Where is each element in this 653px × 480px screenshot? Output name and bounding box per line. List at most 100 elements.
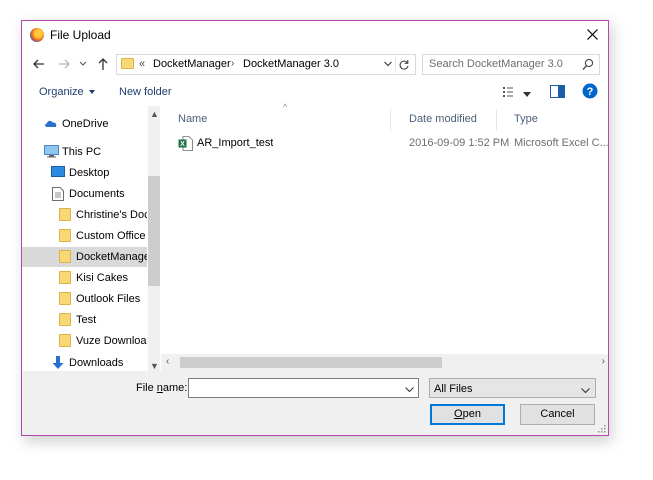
column-header-type[interactable]: Type [497, 109, 608, 131]
svg-text:X: X [180, 141, 185, 148]
caret-down-icon [523, 92, 531, 97]
up-button[interactable] [95, 56, 111, 72]
search-input[interactable] [429, 57, 574, 71]
download-arrow-icon [52, 356, 64, 369]
view-options-button[interactable] [523, 89, 531, 101]
help-icon: ? [582, 83, 598, 99]
open-button-label: pen [462, 408, 481, 420]
file-type: Microsoft Excel C... [514, 137, 608, 149]
back-button[interactable] [31, 56, 47, 72]
monitor-icon [44, 145, 59, 158]
column-header-name[interactable]: Name [161, 109, 391, 131]
close-button[interactable] [578, 21, 608, 49]
search-icon[interactable] [582, 58, 594, 74]
address-bar[interactable]: « DocketManager › DocketManager 3.0 [116, 54, 416, 75]
tree-item-custom-office[interactable]: Custom Office [22, 226, 147, 246]
file-name: AR_Import_test [197, 137, 274, 149]
organize-button[interactable]: Organize [39, 86, 95, 98]
tree-item-label: Vuze Download [76, 335, 147, 347]
breadcrumb-docketmanager[interactable]: DocketManager [153, 58, 231, 70]
tree-item-label: Test [76, 314, 97, 326]
tree-item-christines-doc[interactable]: Christine's Doc [22, 205, 147, 225]
column-header-label: Name [178, 113, 208, 125]
tree-item-label: Christine's Doc [76, 209, 147, 221]
file-name-combobox[interactable] [188, 378, 419, 398]
file-upload-dialog: File Upload « DocketManager › DocketMana… [21, 20, 609, 436]
address-overflow[interactable]: « [139, 58, 145, 70]
refresh-icon [399, 60, 409, 70]
chevron-down-icon [405, 387, 414, 393]
tree-item-docketmanager[interactable]: DocketManage [22, 247, 147, 267]
scroll-right-icon[interactable]: › [602, 356, 605, 367]
address-dropdown-button[interactable] [383, 58, 393, 73]
preview-pane-button[interactable] [550, 85, 565, 101]
navigation-pane[interactable]: OneDrive This PC Desktop Documents Chris… [22, 106, 160, 371]
folder-icon [121, 58, 134, 69]
cloud-icon [45, 120, 57, 127]
folder-icon [59, 229, 71, 242]
help-button[interactable]: ? [582, 83, 598, 102]
file-name-input[interactable] [192, 381, 392, 395]
file-type-filter-select[interactable]: All Files [429, 378, 596, 398]
folder-icon [59, 334, 71, 347]
scroll-up-icon[interactable]: ▲ [150, 109, 159, 119]
resize-grip-icon[interactable] [596, 423, 606, 433]
file-list-pane[interactable]: ^ Name Date modified Type X AR_Import_te… [161, 102, 608, 371]
scroll-down-icon[interactable]: ▼ [150, 361, 159, 371]
close-icon [587, 29, 598, 40]
tree-item-label: This PC [62, 146, 102, 158]
tree-item-label: Downloads [69, 357, 124, 369]
file-name-label: File name: [136, 382, 187, 394]
file-type-filter-value: All Files [434, 383, 473, 395]
tree-item-test[interactable]: Test [22, 310, 147, 330]
new-folder-button[interactable]: New folder [119, 86, 172, 98]
back-arrow-icon [33, 59, 44, 69]
scrollbar-thumb[interactable] [180, 357, 442, 368]
svg-text:?: ? [587, 86, 594, 98]
file-date-modified: 2016-09-09 1:52 PM [409, 137, 510, 149]
tree-item-label: Custom Office [76, 230, 146, 242]
up-arrow-icon [98, 58, 108, 70]
command-bar: Organize New folder ? [22, 79, 608, 105]
tree-item-vuze-download[interactable]: Vuze Download [22, 331, 147, 351]
tree-item-desktop[interactable]: Desktop [22, 163, 147, 183]
excel-icon: X [178, 136, 193, 151]
tree-item-onedrive[interactable]: OneDrive [22, 114, 147, 134]
search-box[interactable] [422, 54, 600, 75]
forward-arrow-icon [59, 59, 70, 69]
tree-item-documents[interactable]: Documents [22, 184, 147, 204]
navigation-pane-scrollbar[interactable]: ▲ ▼ [148, 106, 160, 371]
cancel-button[interactable]: Cancel [520, 404, 595, 425]
tree-item-downloads[interactable]: Downloads [22, 353, 147, 371]
caret-down-icon [88, 90, 95, 95]
file-name-label-part: File [136, 382, 157, 394]
open-button[interactable]: Open [430, 404, 505, 425]
scrollbar-thumb[interactable] [148, 176, 160, 286]
file-name-dropdown-button[interactable] [405, 384, 414, 396]
file-list-horizontal-scrollbar[interactable]: ‹ › [161, 354, 608, 371]
organize-label: Organize [39, 86, 84, 98]
desktop-icon [51, 166, 65, 177]
documents-icon [52, 187, 64, 201]
breadcrumb-docketmanager-3[interactable]: DocketManager 3.0 [243, 58, 339, 70]
file-row[interactable]: X AR_Import_test 2016-09-09 1:52 PM Micr… [161, 134, 608, 154]
chevron-down-icon [384, 61, 392, 67]
recent-locations-button[interactable] [78, 56, 88, 72]
tree-item-label: Outlook Files [76, 293, 141, 305]
dialog-footer: File name: All Files Open Cancel [22, 371, 608, 435]
column-header-date-modified[interactable]: Date modified [391, 109, 497, 131]
change-view-button[interactable] [502, 85, 518, 102]
refresh-button[interactable] [395, 57, 412, 73]
details-view-icon [503, 87, 513, 97]
column-header-label: Type [514, 113, 538, 125]
forward-button[interactable] [56, 56, 72, 72]
tree-item-this-pc[interactable]: This PC [22, 142, 147, 162]
chevron-down-icon [79, 61, 87, 66]
breadcrumb-separator-icon[interactable]: › [231, 58, 234, 69]
scroll-left-icon[interactable]: ‹ [166, 356, 169, 367]
title-bar[interactable]: File Upload [22, 21, 608, 49]
tree-item-kisi-cakes[interactable]: Kisi Cakes [22, 268, 147, 288]
tree-item-outlook-files[interactable]: Outlook Files [22, 289, 147, 309]
firefox-icon [30, 28, 44, 42]
folder-icon [59, 292, 71, 305]
